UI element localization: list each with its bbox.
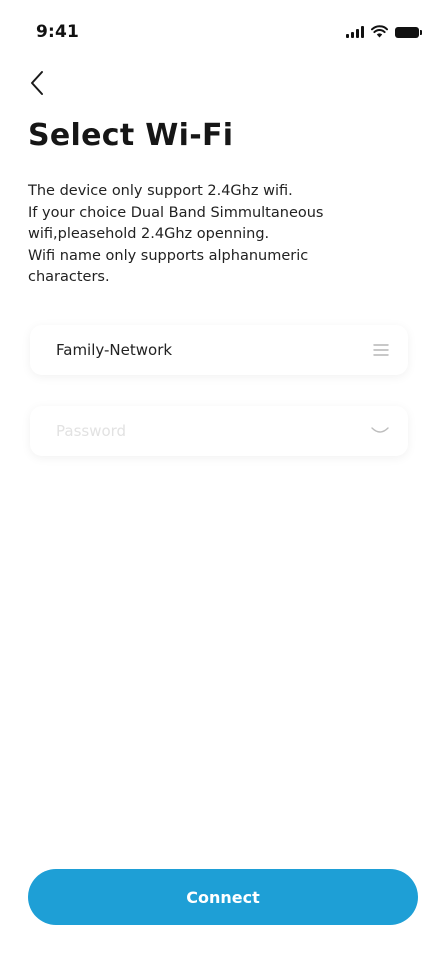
eye-closed-icon[interactable] [370,426,390,436]
status-icons [346,23,422,42]
page-title: Select Wi-Fi [28,118,234,153]
wifi-name-value: Family-Network [56,341,173,359]
list-icon[interactable] [372,343,390,357]
battery-icon [395,26,422,38]
select-wifi-screen: 9:41 Select Wi-Fi The device only suppor… [0,0,439,969]
description-line: The device only support 2.4Ghz wifi. [28,183,293,199]
description-line: If your choice Dual Band Simmultaneous [28,204,324,221]
wifi-name-field[interactable]: Family-Network [30,325,408,375]
connect-button[interactable]: Connect [28,869,418,925]
chevron-left-icon [31,71,43,95]
description-line: Wifi name only supports alphanumeric [28,247,309,264]
status-time: 9:41 [36,22,80,42]
description-line: wifi,pleasehold 2.4Ghz openning. [28,226,270,242]
password-placeholder: Password [56,422,127,440]
description-line: characters. [28,269,110,285]
signal-icon [346,26,364,38]
wifi-icon [371,23,388,42]
back-button[interactable] [20,66,54,100]
description: The device only support 2.4Ghz wifi. If … [28,181,388,289]
password-field[interactable]: Password [30,406,408,456]
status-bar: 9:41 [0,0,439,60]
